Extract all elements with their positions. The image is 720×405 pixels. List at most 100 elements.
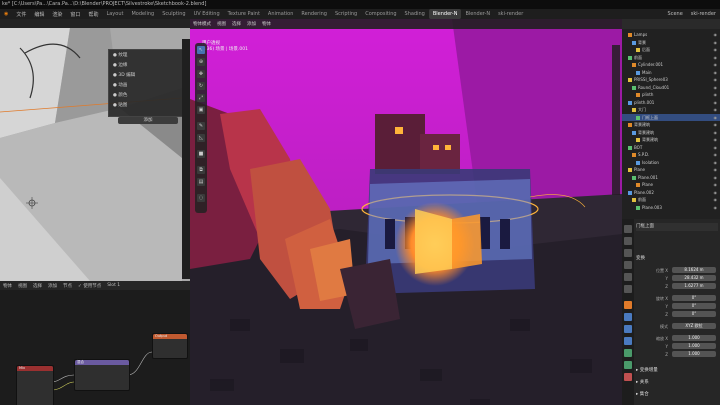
transform-section-header[interactable]: 变换 — [636, 255, 718, 262]
workspace-tab-animation[interactable]: Animation — [264, 9, 298, 19]
outliner-row[interactable]: Round_Cloud01 ◉ — [622, 84, 720, 92]
outliner-row[interactable]: Plane ◉ — [622, 181, 720, 189]
workspace-tab-texture-paint[interactable]: Texture Paint — [224, 9, 264, 19]
add-button[interactable]: 添加 — [118, 117, 178, 124]
scale-y-field[interactable]: 1.000 — [672, 343, 716, 349]
constraints-tab-icon[interactable] — [624, 349, 632, 357]
viewport-menu-view[interactable]: 视图 — [214, 21, 229, 27]
node-menu-view[interactable]: 视图 — [15, 283, 30, 289]
outliner-row[interactable]: 背景建筑 ◉ — [622, 129, 720, 137]
annotate-tool-icon[interactable]: ✎ — [197, 122, 205, 130]
extrude-tool-icon[interactable]: ⧉ — [197, 166, 205, 174]
visibility-eye-icon[interactable]: ◉ — [714, 76, 718, 84]
physics-tab-icon[interactable] — [624, 337, 632, 345]
outliner-row[interactable]: 前面 ◉ — [622, 196, 720, 204]
visibility-eye-icon[interactable]: ◉ — [714, 129, 718, 137]
menu-window[interactable]: 窗口 — [66, 11, 84, 18]
outliner-row[interactable]: 背景 ◉ — [622, 39, 720, 47]
node-menu-object[interactable]: 物体 — [0, 283, 15, 289]
visibility-eye-icon[interactable]: ◉ — [714, 31, 718, 39]
menu-help[interactable]: 帮助 — [84, 11, 102, 18]
panel-row-color[interactable]: ● 颜色 — [113, 92, 181, 100]
visibility-eye-icon[interactable]: ◉ — [714, 181, 718, 189]
output-tab-icon[interactable] — [624, 249, 632, 257]
relations-section[interactable]: ▸ 关系 — [636, 379, 718, 386]
use-nodes-checkbox[interactable]: ✓ 使用节点 — [75, 283, 104, 289]
outliner-row[interactable]: 背景建筑 ◉ — [622, 121, 720, 129]
location-z-field[interactable]: 1.6277 m — [672, 283, 716, 289]
scene-tab-icon[interactable] — [624, 273, 632, 281]
rotation-y-field[interactable]: 0° — [672, 303, 716, 309]
visibility-eye-icon[interactable]: ◉ — [714, 114, 718, 122]
outliner-row[interactable]: plinth.001 ◉ — [622, 99, 720, 107]
image-editor-header[interactable] — [0, 19, 190, 28]
visibility-eye-icon[interactable]: ◉ — [714, 39, 718, 47]
outliner-row[interactable]: Isolation ◉ — [622, 159, 720, 167]
outliner-row[interactable]: Plane.002 ◉ — [622, 189, 720, 197]
outliner-row[interactable]: 后面 ◉ — [622, 46, 720, 54]
properties-panel[interactable]: 门框上面 变换 位置 X 8.1624 m Y 28.432 m Z 1.6277 m… — [622, 219, 720, 405]
outliner-row[interactable]: Plane.001 ◉ — [622, 174, 720, 182]
rotation-mode-dropdown[interactable]: XYZ 欧拉 — [672, 323, 716, 329]
location-y-field[interactable]: 28.432 m — [672, 275, 716, 281]
node-mix-shader[interactable]: 混合 — [74, 359, 130, 391]
workspace-tab-layout[interactable]: Layout — [102, 9, 127, 19]
material-slot-selector[interactable]: Slot 1 — [104, 283, 123, 288]
visibility-eye-icon[interactable]: ◉ — [714, 196, 718, 204]
cursor-tool-icon[interactable]: ⊕ — [197, 58, 205, 66]
node-menu-node[interactable]: 节点 — [60, 283, 75, 289]
material-tab-icon[interactable] — [624, 373, 632, 381]
data-tab-icon[interactable] — [624, 361, 632, 369]
add-cube-tool-icon[interactable]: ■ — [197, 150, 205, 158]
blender-logo-icon[interactable]: ◉ — [0, 11, 12, 17]
outliner-header[interactable] — [622, 19, 720, 29]
visibility-eye-icon[interactable]: ◉ — [714, 144, 718, 152]
move-tool-icon[interactable]: ✥ — [197, 70, 205, 78]
outliner-row[interactable]: 大门 ◉ — [622, 106, 720, 114]
outliner-row[interactable]: Plane ◉ — [622, 166, 720, 174]
object-name-field[interactable]: 门框上面 — [636, 223, 718, 231]
visibility-eye-icon[interactable]: ◉ — [714, 189, 718, 197]
node-editor-area[interactable]: 物体 视图 选择 添加 节点 ✓ 使用节点 Slot 1 Mix 混合 Outp… — [0, 281, 190, 405]
visibility-eye-icon[interactable]: ◉ — [714, 204, 718, 212]
outliner-row[interactable]: BOT ◉ — [622, 144, 720, 152]
node-menu-add[interactable]: 添加 — [45, 283, 60, 289]
workspace-tab-compositing[interactable]: Compositing — [361, 9, 400, 19]
visibility-eye-icon[interactable]: ◉ — [714, 151, 718, 159]
visibility-eye-icon[interactable]: ◉ — [714, 106, 718, 114]
workspace-tab-shading[interactable]: Shading — [401, 9, 429, 19]
visibility-eye-icon[interactable]: ◉ — [714, 174, 718, 182]
workspace-tab-sculpting[interactable]: Sculpting — [158, 9, 189, 19]
rotate-tool-icon[interactable]: ↻ — [197, 82, 205, 90]
3d-viewport[interactable]: 物体模式 视图 选择 添加 物体 用户透视 (136) 场景 | 场景.001 … — [190, 19, 622, 405]
viewport-sidebar-tabs[interactable] — [612, 45, 620, 195]
workspace-tab-ski-render[interactable]: ski-render — [494, 9, 527, 19]
image-editor-area[interactable]: ● 纹理 ● 边缘 ● 3D 编辑 ● 动画 ● 颜色 ● 贴图 添加 — [0, 19, 190, 281]
visibility-eye-icon[interactable]: ◉ — [714, 61, 718, 69]
select-tool-icon[interactable]: ↖ — [197, 46, 205, 54]
transform-tool-icon[interactable]: ▣ — [197, 106, 205, 114]
workspace-tab-blender-n[interactable]: Blender-N — [461, 9, 494, 19]
visibility-eye-icon[interactable]: ◉ — [714, 84, 718, 92]
outliner-row[interactable]: Plane.003 ◉ — [622, 204, 720, 212]
outliner-row[interactable]: 门框上面 ◉ — [622, 113, 720, 122]
outliner-row[interactable]: 背景建筑 ◉ — [622, 136, 720, 144]
workspace-tab-uv-editing[interactable]: UV Editing — [190, 9, 224, 19]
delta-transform-section[interactable]: ▸ 变换增量 — [636, 367, 718, 374]
collections-section[interactable]: ▸ 集合 — [636, 391, 718, 398]
scale-z-field[interactable]: 1.000 — [672, 351, 716, 357]
viewport-menu-add[interactable]: 添加 — [244, 21, 259, 27]
outliner-row[interactable]: 前面 ◉ — [622, 54, 720, 62]
viewport-menu-select[interactable]: 选择 — [229, 21, 244, 27]
outliner-row[interactable]: S.P.D. ◉ — [622, 151, 720, 159]
scale-tool-icon[interactable]: ⤢ — [197, 94, 205, 102]
visibility-eye-icon[interactable]: ◉ — [714, 54, 718, 62]
node-mix[interactable]: Mix — [16, 365, 54, 405]
object-tab-icon[interactable] — [624, 301, 632, 309]
visibility-eye-icon[interactable]: ◉ — [714, 69, 718, 77]
outliner-row[interactable]: plinth ◉ — [622, 91, 720, 99]
panel-row-edge[interactable]: ● 边缘 — [113, 62, 181, 70]
workspace-tab-modeling[interactable]: Modeling — [127, 9, 158, 19]
menu-render[interactable]: 渲染 — [48, 11, 66, 18]
loop-cut-tool-icon[interactable]: ▤ — [197, 178, 205, 186]
